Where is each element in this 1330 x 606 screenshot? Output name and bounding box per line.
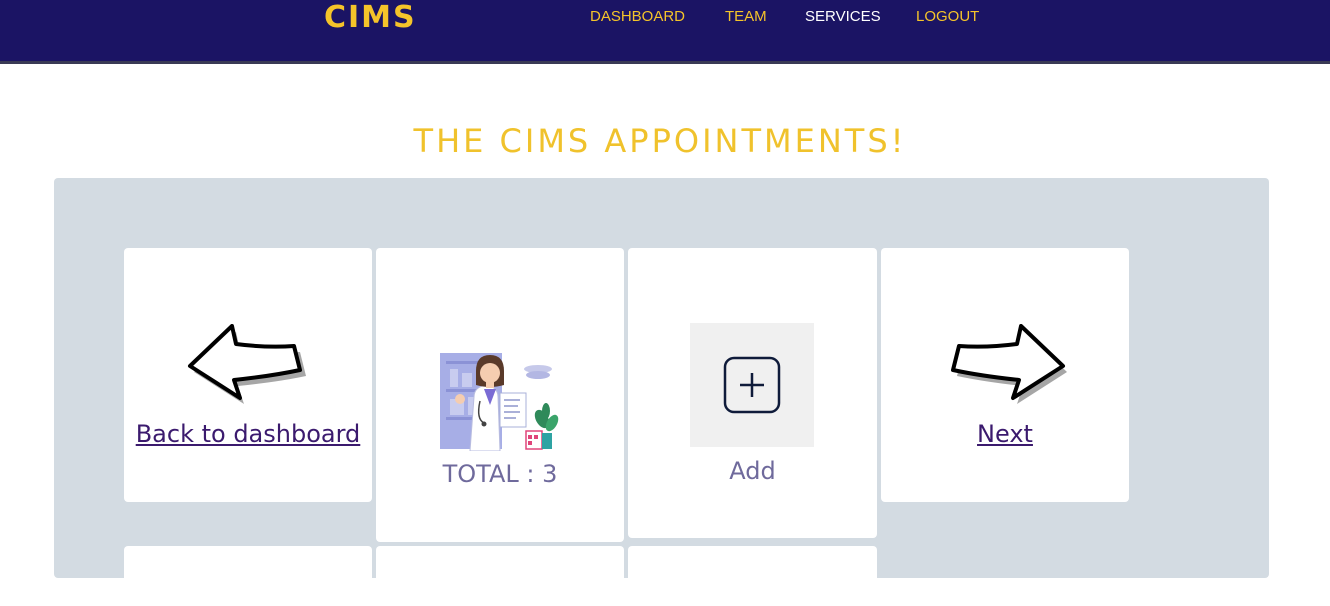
plus-square-icon <box>723 356 781 414</box>
card-row2-2 <box>376 546 624 606</box>
appointments-panel: Back to dashboard TOTAL: 3 Add Next <box>54 178 1269 606</box>
nav-link-services[interactable]: SERVICES <box>805 7 881 27</box>
nav-link-team[interactable]: TEAM <box>725 7 767 27</box>
nav-link-logout[interactable]: LOGOUT <box>916 7 979 27</box>
doctor-illustration <box>440 353 559 451</box>
back-to-dashboard-link[interactable]: Back to dashboard <box>124 419 372 449</box>
total-card: TOTAL : 3 <box>376 248 624 542</box>
arrow-left-icon <box>188 324 306 404</box>
total-label: TOTAL : 3 <box>442 460 558 488</box>
add-label: Add <box>729 457 776 485</box>
card-row2-1 <box>124 546 372 606</box>
arrow-right-icon <box>951 324 1067 404</box>
nav-link-dashboard[interactable]: DASHBOARD <box>590 7 685 27</box>
top-navbar: CIMS DASHBOARD TEAM SERVICES LOGOUT <box>0 0 1330 64</box>
card-row2-3 <box>628 546 877 606</box>
add-button[interactable] <box>690 323 814 447</box>
add-card[interactable]: Add <box>628 248 877 538</box>
next-link[interactable]: Next <box>881 419 1129 449</box>
back-card[interactable]: Back to dashboard <box>124 248 372 502</box>
page-title: THE CIMS APPOINTMENTS! <box>413 122 907 160</box>
brand-logo[interactable]: CIMS <box>324 0 417 36</box>
next-card[interactable]: Next <box>881 248 1129 502</box>
